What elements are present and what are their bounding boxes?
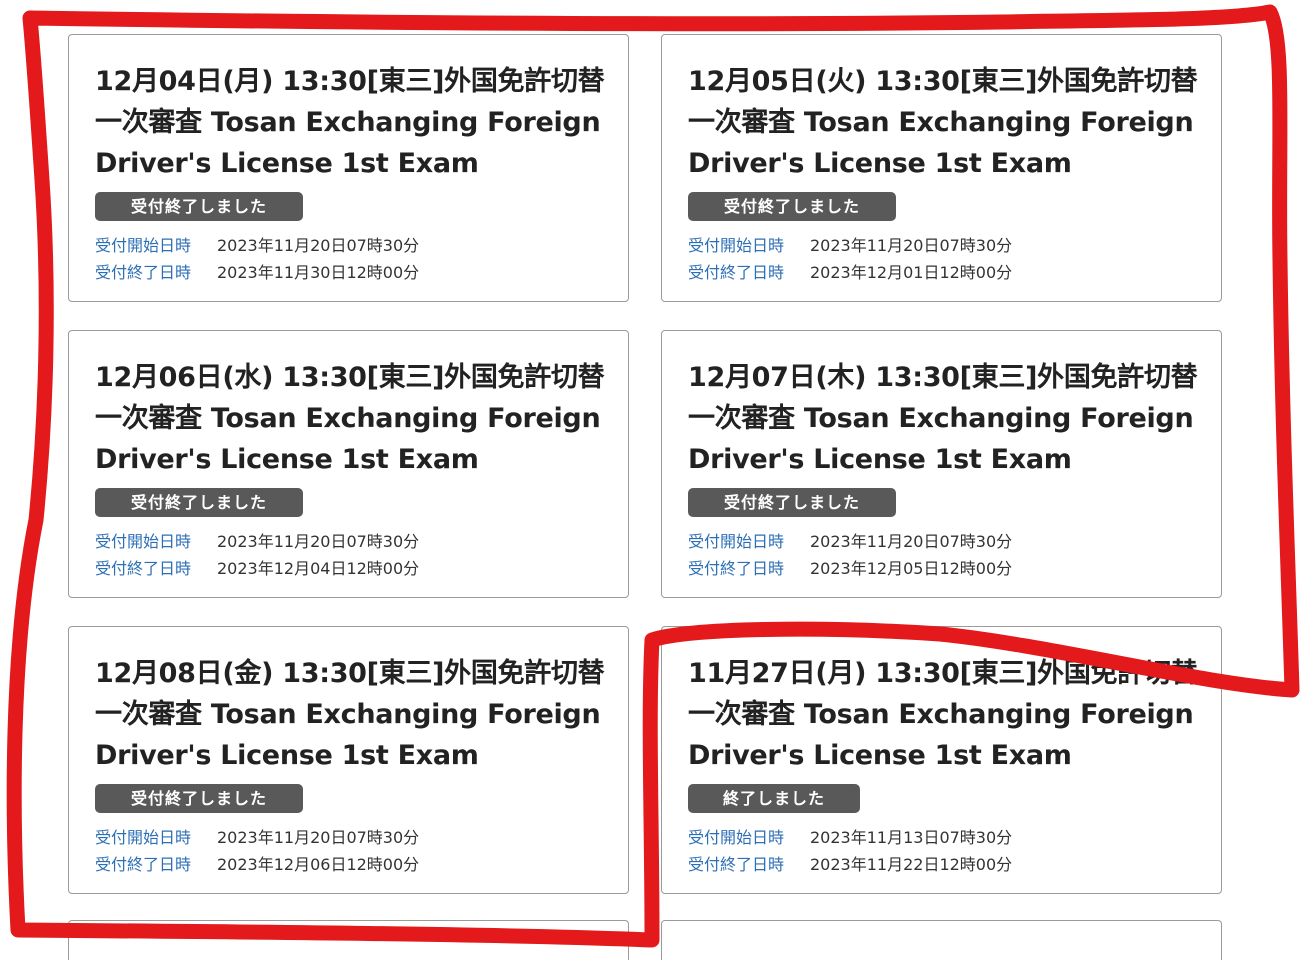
reception-end-label: 受付終了日時 xyxy=(95,263,192,282)
exam-card-partial-right[interactable] xyxy=(661,920,1222,960)
reception-start-row: 受付開始日時 2023年11月20日07時30分 xyxy=(688,235,1012,257)
reception-start-row: 受付開始日時 2023年11月20日07時30分 xyxy=(95,827,419,849)
reception-start-label: 受付開始日時 xyxy=(95,828,192,847)
reception-start-label: 受付開始日時 xyxy=(95,236,192,255)
reception-start-row: 受付開始日時 2023年11月20日07時30分 xyxy=(95,531,419,553)
exam-title[interactable]: 11月27日(月) 13:30[東三]外国免許切替一次審査 Tosan Exch… xyxy=(688,653,1208,776)
reception-start-value: 2023年11月20日07時30分 xyxy=(810,236,1013,255)
reception-end-row: 受付終了日時 2023年11月30日12時00分 xyxy=(95,262,419,284)
exam-card-6[interactable]: 11月27日(月) 13:30[東三]外国免許切替一次審査 Tosan Exch… xyxy=(661,626,1222,894)
reception-end-row: 受付終了日時 2023年12月01日12時00分 xyxy=(688,262,1012,284)
status-badge: 受付終了しました xyxy=(95,488,303,517)
status-badge: 受付終了しました xyxy=(688,488,896,517)
reception-start-value: 2023年11月20日07時30分 xyxy=(217,532,420,551)
reception-end-row: 受付終了日時 2023年12月06日12時00分 xyxy=(95,854,419,876)
reception-start-label: 受付開始日時 xyxy=(688,828,785,847)
exam-card-1[interactable]: 12月04日(月) 13:30[東三]外国免許切替一次審査 Tosan Exch… xyxy=(68,34,629,302)
reception-start-label: 受付開始日時 xyxy=(95,532,192,551)
reception-end-row: 受付終了日時 2023年12月04日12時00分 xyxy=(95,558,419,580)
exam-card-2[interactable]: 12月05日(火) 13:30[東三]外国免許切替一次審査 Tosan Exch… xyxy=(661,34,1222,302)
reception-start-value: 2023年11月20日07時30分 xyxy=(217,828,420,847)
reception-start-row: 受付開始日時 2023年11月20日07時30分 xyxy=(95,235,419,257)
reception-start-label: 受付開始日時 xyxy=(688,236,785,255)
exam-title[interactable]: 12月05日(火) 13:30[東三]外国免許切替一次審査 Tosan Exch… xyxy=(688,61,1208,184)
status-badge: 受付終了しました xyxy=(95,192,303,221)
reception-end-label: 受付終了日時 xyxy=(688,263,785,282)
reception-end-label: 受付終了日時 xyxy=(688,559,785,578)
reception-start-value: 2023年11月13日07時30分 xyxy=(810,828,1013,847)
reception-start-row: 受付開始日時 2023年11月13日07時30分 xyxy=(688,827,1012,849)
reception-end-label: 受付終了日時 xyxy=(95,559,192,578)
reception-start-label: 受付開始日時 xyxy=(688,532,785,551)
reception-end-value: 2023年12月04日12時00分 xyxy=(217,559,420,578)
status-badge: 受付終了しました xyxy=(95,784,303,813)
reception-end-value: 2023年11月22日12時00分 xyxy=(810,855,1013,874)
reception-end-value: 2023年11月30日12時00分 xyxy=(217,263,420,282)
status-badge: 受付終了しました xyxy=(688,192,896,221)
exam-title[interactable]: 12月07日(木) 13:30[東三]外国免許切替一次審査 Tosan Exch… xyxy=(688,357,1208,480)
reception-end-label: 受付終了日時 xyxy=(95,855,192,874)
reception-end-row: 受付終了日時 2023年12月05日12時00分 xyxy=(688,558,1012,580)
reception-start-value: 2023年11月20日07時30分 xyxy=(810,532,1013,551)
reception-end-label: 受付終了日時 xyxy=(688,855,785,874)
exam-title[interactable]: 12月08日(金) 13:30[東三]外国免許切替一次審査 Tosan Exch… xyxy=(95,653,615,776)
exam-title[interactable]: 12月06日(水) 13:30[東三]外国免許切替一次審査 Tosan Exch… xyxy=(95,357,615,480)
reception-end-value: 2023年12月01日12時00分 xyxy=(810,263,1013,282)
exam-card-4[interactable]: 12月07日(木) 13:30[東三]外国免許切替一次審査 Tosan Exch… xyxy=(661,330,1222,598)
reception-end-value: 2023年12月06日12時00分 xyxy=(217,855,420,874)
reception-start-row: 受付開始日時 2023年11月20日07時30分 xyxy=(688,531,1012,553)
exam-card-5[interactable]: 12月08日(金) 13:30[東三]外国免許切替一次審査 Tosan Exch… xyxy=(68,626,629,894)
reception-start-value: 2023年11月20日07時30分 xyxy=(217,236,420,255)
status-badge: 終了しました xyxy=(688,784,860,813)
reception-end-row: 受付終了日時 2023年11月22日12時00分 xyxy=(688,854,1012,876)
exam-title[interactable]: 12月04日(月) 13:30[東三]外国免許切替一次審査 Tosan Exch… xyxy=(95,61,615,184)
reception-end-value: 2023年12月05日12時00分 xyxy=(810,559,1013,578)
exam-card-partial-left[interactable] xyxy=(68,920,629,960)
exam-card-3[interactable]: 12月06日(水) 13:30[東三]外国免許切替一次審査 Tosan Exch… xyxy=(68,330,629,598)
